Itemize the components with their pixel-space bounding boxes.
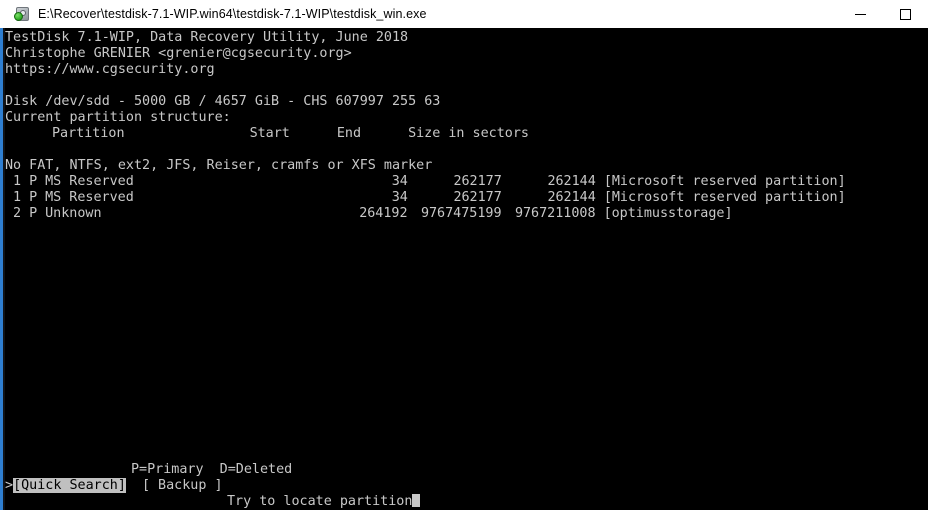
partition-table-header: Partition Start End Size in sectors: [5, 126, 529, 142]
partition-name: Unknown: [45, 206, 102, 221]
table-row[interactable]: 1 P MS Reserved 34 262177 262144 [Microsoft re…: [5, 174, 846, 190]
terminal-console[interactable]: TestDisk 7.1-WIP, Data Recovery Utility,…: [0, 28, 928, 510]
partition-size: 262144: [547, 190, 596, 205]
partition-label: [Microsoft reserved partition]: [603, 174, 846, 189]
header-line-2: Christophe GRENIER <grenier@cgsecurity.o…: [5, 46, 352, 61]
disk-info-line: Disk /dev/sdd - 5000 GB / 4657 GiB - CHS…: [5, 94, 441, 109]
terminal-text-grid: TestDisk 7.1-WIP, Data Recovery Utility,…: [5, 28, 928, 510]
partition-index: 1: [13, 174, 22, 189]
header-line-3: https://www.cgsecurity.org: [5, 62, 215, 77]
partition-start: 34: [391, 174, 408, 189]
partition-label: [Microsoft reserved partition]: [603, 190, 846, 205]
maximize-icon: [900, 8, 911, 20]
terminal-cursor: [412, 494, 421, 507]
menu-item-quick-search[interactable]: [Quick Search]: [13, 478, 126, 493]
window-controls: [838, 0, 928, 28]
partition-size: 9767211008: [514, 206, 596, 221]
partition-end: 9767475199: [420, 206, 502, 221]
partition-type: P: [29, 174, 38, 189]
column-header-partition: Partition: [52, 126, 125, 141]
minimize-icon: [855, 13, 866, 15]
partition-type: P: [29, 190, 38, 205]
titlebar-left: E:\Recover\testdisk-7.1-WIP.win64\testdi…: [0, 6, 838, 22]
disk-drive-icon: [14, 6, 30, 22]
column-header-start: Start: [249, 126, 290, 141]
hint-line: Try to locate partition: [5, 494, 421, 510]
hint-text: Try to locate partition: [227, 494, 413, 509]
partition-name: MS Reserved: [45, 174, 134, 189]
table-row[interactable]: 1 P MS Reserved 34 262177 262144 [Microsoft re…: [5, 190, 846, 206]
partition-start: 34: [391, 190, 408, 205]
partition-end: 262177: [453, 190, 502, 205]
partition-structure-label: Current partition structure:: [5, 110, 231, 125]
menu-bar: >[Quick Search] [ Backup ]: [5, 478, 223, 494]
green-badge-shape: [14, 12, 23, 21]
window-left-border: [0, 28, 3, 510]
window-titlebar[interactable]: E:\Recover\testdisk-7.1-WIP.win64\testdi…: [0, 0, 928, 28]
legend-line: P=Primary D=Deleted: [5, 462, 292, 478]
partition-index: 1: [13, 190, 22, 205]
window-left-bleed: [3, 28, 5, 510]
partition-size: 262144: [547, 174, 596, 189]
partition-start: 264192: [359, 206, 408, 221]
partition-end: 262177: [453, 174, 502, 189]
menu-item-backup[interactable]: [ Backup ]: [142, 478, 223, 493]
partition-index: 2: [13, 206, 22, 221]
testdisk-window: E:\Recover\testdisk-7.1-WIP.win64\testdi…: [0, 0, 928, 510]
legend-text: P=Primary D=Deleted: [131, 462, 293, 477]
partition-label: [optimusstorage]: [603, 206, 733, 221]
header-line-1: TestDisk 7.1-WIP, Data Recovery Utility,…: [5, 30, 409, 45]
partition-name: MS Reserved: [45, 190, 134, 205]
column-header-size: Size in sectors: [408, 126, 529, 141]
maximize-button[interactable]: [883, 0, 928, 28]
menu-selector-caret: >: [5, 478, 14, 493]
no-marker-line: No FAT, NTFS, ext2, JFS, Reiser, cramfs …: [5, 158, 433, 173]
partition-type: P: [29, 206, 38, 221]
window-title-text: E:\Recover\testdisk-7.1-WIP.win64\testdi…: [38, 7, 427, 21]
minimize-button[interactable]: [838, 0, 883, 28]
table-row[interactable]: 2 P Unknown 264192 9767475199 9767211008 [opti…: [5, 206, 733, 222]
column-header-end: End: [336, 126, 362, 141]
